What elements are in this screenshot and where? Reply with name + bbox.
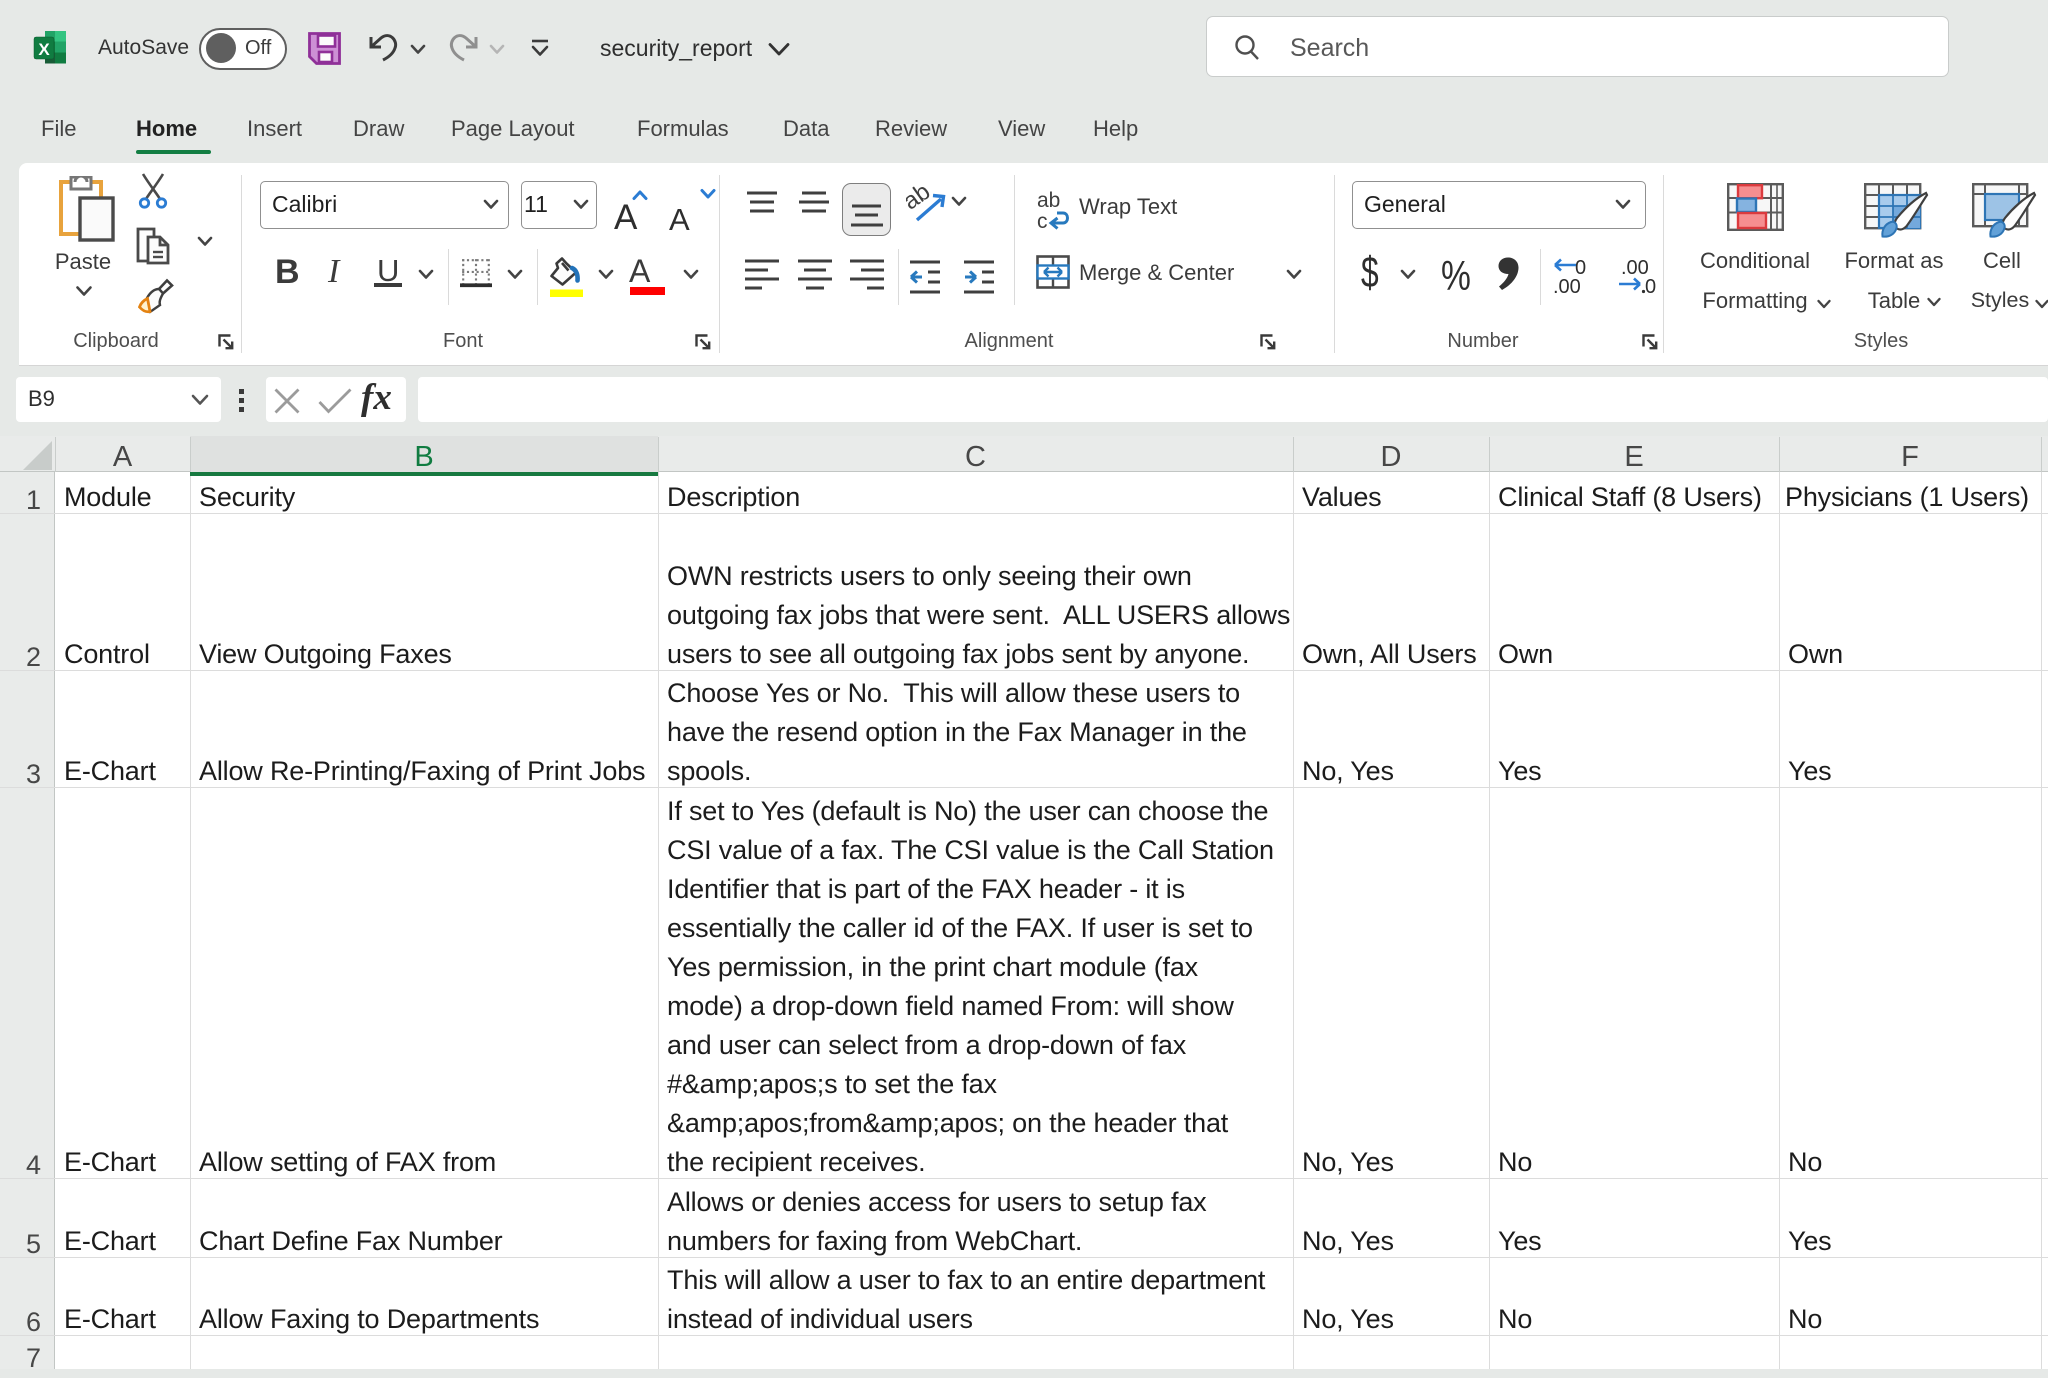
svg-text:.00: .00: [1553, 276, 1581, 295]
svg-text:X: X: [38, 40, 50, 59]
svg-text:c: c: [1037, 210, 1048, 232]
svg-text:0: 0: [1645, 276, 1656, 295]
svg-text:ab: ab: [1037, 190, 1060, 212]
